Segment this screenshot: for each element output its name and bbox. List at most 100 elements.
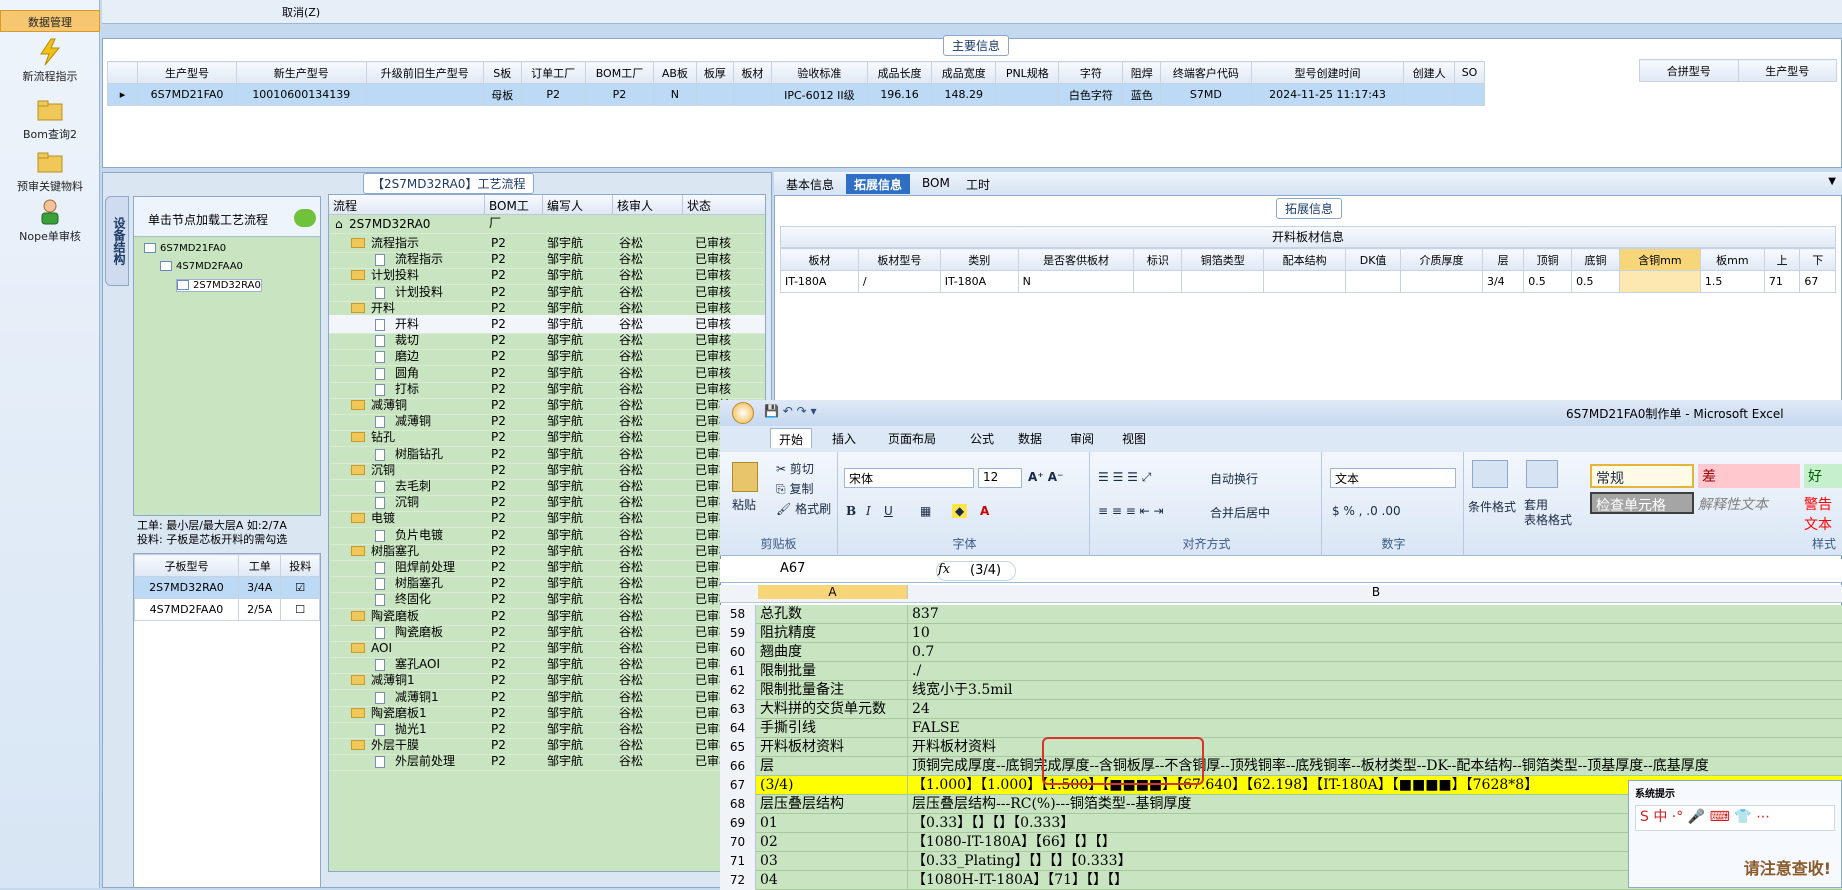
cell-a[interactable]: (3/4) [758, 776, 908, 795]
row-number[interactable]: 59 [720, 624, 756, 643]
tree-node[interactable]: 6S7MD21FA0 [144, 243, 226, 254]
col-header[interactable]: 验收标准 [770, 61, 868, 84]
col-header[interactable]: 成品宽度 [931, 61, 997, 84]
row-number[interactable]: 64 [720, 719, 756, 738]
col-header[interactable]: DK值 [1345, 248, 1402, 271]
row-number[interactable]: 72 [720, 871, 756, 890]
row-indicator[interactable]: ▸ [107, 83, 138, 106]
cell[interactable]: S7MD [1160, 83, 1252, 106]
nav-item-nope-review[interactable]: Nope单审核 [0, 198, 100, 248]
col-header[interactable]: 顶铜 [1523, 248, 1573, 271]
row-number[interactable]: 60 [720, 643, 756, 662]
col-header[interactable]: 铜箔类型 [1181, 248, 1265, 271]
cell[interactable]: N [1017, 270, 1135, 293]
cell[interactable]: IT-180A [780, 270, 859, 293]
tab-extended-info[interactable]: 拓展信息 [846, 174, 911, 194]
row-number[interactable]: 58 [720, 605, 756, 624]
border-button[interactable]: ▦ [920, 504, 931, 518]
table-row[interactable]: 4S7MD2FAA0 2/5A ☐ [134, 598, 320, 621]
cell-b[interactable]: 837 [910, 605, 1842, 624]
cell-a[interactable]: 限制批量 [758, 662, 908, 681]
row-number[interactable]: 71 [720, 852, 756, 871]
tree-node[interactable]: 4S7MD2FAA0 [160, 261, 243, 272]
cell[interactable] [1345, 270, 1402, 293]
tab-basic-info[interactable]: 基本信息 [778, 174, 842, 194]
font-name-select[interactable]: 宋体 [844, 468, 974, 488]
style-check-cell[interactable]: 检查单元格 [1590, 492, 1694, 514]
col-header[interactable]: PNL规格 [995, 61, 1060, 84]
wrap-text-button[interactable]: 自动换行 [1210, 470, 1258, 487]
conditional-format-button[interactable]: 条件格式 [1468, 498, 1516, 515]
flow-root-row[interactable]: ⌂ 2S7MD32RA0 [329, 215, 765, 234]
cell[interactable]: 2024-11-25 11:17:43 [1250, 83, 1405, 106]
cell[interactable]: 蓝色 [1122, 83, 1161, 106]
ime-toolbar[interactable]: S 中 ·° 🎤 ⌨ 👕 ⋯ [1635, 805, 1835, 831]
nav-item-bom-query[interactable]: Bom查询2 [0, 96, 100, 144]
formula-input[interactable]: (3/4) [970, 563, 1001, 578]
cell[interactable]: 母板 [483, 83, 522, 106]
cell-a[interactable]: 03 [758, 852, 908, 871]
cell-a[interactable]: 阻抗精度 [758, 624, 908, 643]
chevron-down-icon[interactable]: ▼ [1828, 176, 1836, 187]
column-a-header[interactable]: A [758, 585, 908, 599]
cell[interactable] [365, 83, 485, 106]
table-row[interactable]: 2S7MD32RA0 3/4A ☑ [134, 576, 320, 599]
cell-a[interactable]: 大料拼的交货单元数 [758, 700, 908, 719]
cell[interactable]: 3/4 [1481, 270, 1525, 293]
sheet-row[interactable]: 65 开料板材资料 开料板材资料 [720, 738, 1842, 757]
checkbox[interactable]: ☑ [280, 576, 320, 599]
cell-b[interactable]: 线宽小于3.5mil [910, 681, 1842, 700]
cell[interactable]: 67 [1799, 270, 1836, 293]
cell[interactable]: P2 [520, 83, 586, 106]
col-header[interactable]: BOM工厂 [584, 61, 655, 84]
col-header[interactable]: 订单工厂 [520, 61, 586, 84]
row-number[interactable]: 61 [720, 662, 756, 681]
cell-a[interactable]: 04 [758, 871, 908, 890]
number-format-select[interactable]: 文本 [1330, 468, 1456, 488]
col-header[interactable]: 上 [1763, 248, 1801, 271]
sheet-row[interactable]: 59 阻抗精度 10 [720, 624, 1842, 643]
cell[interactable]: P2 [584, 83, 655, 106]
cell-b[interactable]: ./ [910, 662, 1842, 681]
tab-data[interactable]: 数据 [1010, 428, 1050, 448]
nav-item-data-management[interactable]: 数据管理 [0, 10, 100, 32]
col-header[interactable]: 层 [1481, 248, 1525, 271]
cell-a[interactable]: 限制批量备注 [758, 681, 908, 700]
col-header[interactable]: 是否客供板材 [1017, 248, 1135, 271]
table-format-icon[interactable] [1526, 460, 1558, 488]
cell[interactable]: 10010600134139 [236, 83, 367, 106]
tab-page-layout[interactable]: 页面布局 [880, 428, 944, 448]
cell[interactable]: 196.16 [866, 83, 933, 106]
cell-a[interactable]: 01 [758, 814, 908, 833]
col-header[interactable]: 终端客户代码 [1160, 61, 1252, 84]
number-format-icons[interactable]: $ % , .0 .00 [1332, 504, 1401, 518]
nav-item-new-flow[interactable]: 新流程指示 [0, 38, 100, 88]
col-header[interactable]: 标识 [1133, 248, 1183, 271]
col-header[interactable]: 板厚 [695, 61, 735, 84]
row-number[interactable]: 65 [720, 738, 756, 757]
col-header[interactable]: 成品长度 [866, 61, 933, 84]
font-grow-button[interactable]: A⁺ A⁻ [1028, 470, 1063, 484]
sheet-row[interactable]: 66 层顶铜完成厚度--底铜完成厚度--含铜板厚--不含铜厚--顶残铜率--底残铜… [720, 757, 1842, 776]
col-header[interactable]: 创建人 [1403, 61, 1456, 84]
tab-home[interactable]: 开始 [770, 428, 813, 448]
cell[interactable] [1400, 270, 1483, 293]
cell[interactable]: N [653, 83, 697, 106]
sheet-row[interactable]: 61 限制批量 ./ [720, 662, 1842, 681]
cell-a[interactable]: 开料板材资料 [758, 738, 908, 757]
font-size-select[interactable]: 12 [978, 468, 1022, 488]
col-header[interactable]: 阻焊 [1122, 61, 1161, 84]
cell-a[interactable]: 层 [758, 757, 908, 776]
sheet-row[interactable]: 64 手撕引线 FALSE [720, 719, 1842, 738]
cell[interactable] [1403, 83, 1456, 106]
cell[interactable] [1263, 270, 1347, 293]
tab-formulas[interactable]: 公式 [962, 428, 1002, 448]
tab-bom[interactable]: BOM [914, 174, 958, 194]
cell-b[interactable]: 0.7 [910, 643, 1842, 662]
cell[interactable]: 148.29 [931, 83, 997, 106]
col-header[interactable]: SO [1454, 61, 1485, 84]
cell[interactable]: 0.5 [1523, 270, 1573, 293]
cell[interactable]: 6S7MD21FA0 [136, 83, 238, 106]
sheet-row[interactable]: 58 总孔数 837 [720, 605, 1842, 624]
cell[interactable] [1181, 270, 1265, 293]
